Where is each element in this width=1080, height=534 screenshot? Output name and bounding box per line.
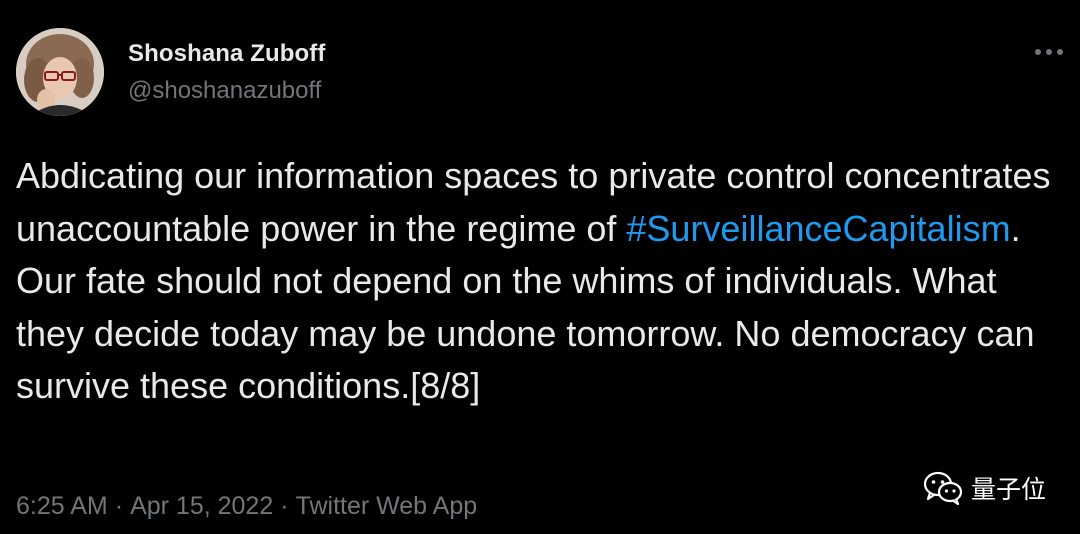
tweet-time[interactable]: 6:25 AM <box>16 492 108 520</box>
avatar[interactable] <box>16 28 104 116</box>
author-name[interactable]: Shoshana Zuboff <box>128 40 325 68</box>
separator-dot: · <box>114 492 124 520</box>
watermark-text: 量子位 <box>970 475 1046 504</box>
more-options-icon[interactable] <box>1032 40 1066 64</box>
tweet-metadata: 6:25 AM · Apr 15, 2022 · Twitter Web App <box>16 492 477 521</box>
profile-photo <box>16 28 104 116</box>
tweet-source[interactable]: Twitter Web App <box>296 492 478 520</box>
watermark: 量子位 <box>923 470 1046 506</box>
author-handle[interactable]: @shoshanazuboff <box>128 77 321 105</box>
tweet-date[interactable]: Apr 15, 2022 <box>130 492 273 520</box>
wechat-icon <box>923 471 963 505</box>
hashtag-link[interactable]: #SurveillanceCapitalism <box>626 208 1010 249</box>
tweet-text: Abdicating our information spaces to pri… <box>16 150 1066 413</box>
tweet-card: Shoshana Zuboff @shoshanazuboff Abdicati… <box>0 0 1080 534</box>
separator-dot: · <box>280 492 289 520</box>
